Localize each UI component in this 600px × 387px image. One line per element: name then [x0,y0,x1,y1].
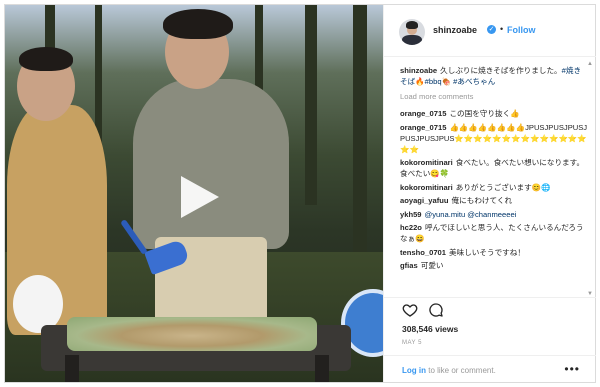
comment-username[interactable]: hc22o [400,223,422,232]
follow-button[interactable]: Follow [507,25,536,35]
post-header: shinzoabe ✓ • Follow [384,5,596,57]
comment-username[interactable]: aoyagi_yafuu [400,196,449,205]
comment-username[interactable]: kokoromitinari [400,183,453,192]
comment-item: orange_0715 👍👍👍👍👍👍👍👍JPUSJPUSJPUSJPUSJPUSJ… [400,122,588,155]
verified-icon: ✓ [487,25,496,34]
comment-item: ykh59 @yuna.mitu @chanmeeeei [400,209,588,220]
post-side-panel: shinzoabe ✓ • Follow shinzoabe 久しぶりに焼きそばを… [383,5,596,382]
hashtag-link[interactable]: #あべちゃん [453,77,495,86]
login-row: Log in to like or comment. ••• [384,355,596,383]
caption-text: 久しぶりに焼きそばを作りました。 [440,66,562,75]
instagram-post-embed: shinzoabe ✓ • Follow shinzoabe 久しぶりに焼きそばを… [4,4,596,383]
comment-text: 可愛い [420,261,444,270]
griddle-leg [65,355,79,382]
login-prompt-text: to like or comment. [426,366,496,375]
background-tree [305,5,317,205]
username-link[interactable]: shinzoabe [433,25,477,35]
comment-username[interactable]: ykh59 [400,210,422,219]
comment-username[interactable]: kokoromitinari [400,158,453,167]
caption: shinzoabe 久しぶりに焼きそばを作りました。#焼きそば🔥#bbq🍖 #あべ… [400,66,582,86]
comment-text: 俺にもわけてくれ [451,196,513,205]
comment-username[interactable]: orange_0715 [400,123,446,132]
avatar-suit [402,35,422,45]
comment-item: hc22o 呼んでほしいと思う人、たくさんいるんだろうなぁ😄 [400,222,588,244]
comment-text: 呼んでほしいと思う人、たくさんいるんだろうなぁ😄 [400,223,584,243]
video-player[interactable] [5,5,383,382]
avatar-hair [406,21,418,29]
avatar[interactable] [399,19,425,45]
post-date: MAY 5 [402,340,422,346]
yakisoba-on-griddle [67,317,317,351]
scroll-up-icon[interactable]: ▲ [587,61,593,67]
login-prompt: Log in to like or comment. [402,366,496,375]
person-left-hair [19,47,73,71]
comment-text: この国を守り抜く👍 [449,109,520,118]
view-count: 308,546 views [402,324,459,334]
comment-item: orange_0715 この国を守り抜く👍 [400,108,588,119]
hashtag-link[interactable]: #bbq [425,77,442,86]
comment-icon[interactable] [428,302,444,318]
comments-scrollbar[interactable]: ▲ ▼ [587,61,593,297]
comment-text: ありがとうございます😊🌐 [455,182,551,192]
play-button[interactable] [165,169,225,225]
comment-item: kokoromitinari ありがとうございます😊🌐 [400,182,588,193]
person-center-hair [163,9,233,39]
heart-icon[interactable] [402,302,418,318]
mention-link[interactable]: @yuna.mitu @chanmeeeei [425,210,517,219]
separator-dot: • [500,24,504,34]
login-link[interactable]: Log in [402,366,426,375]
more-options-icon[interactable]: ••• [564,362,580,376]
comment-item: kokoromitinari 食べたい。食べたい想いになります。食べたい😋🍀 [400,157,588,179]
comment-username[interactable]: gfias [400,261,418,270]
comments-list[interactable]: shinzoabe 久しぶりに焼きそばを作りました。#焼きそば🔥#bbq🍖 #あべ… [400,65,588,297]
play-icon [181,176,219,218]
comment-username[interactable]: orange_0715 [400,109,446,118]
comment-item: tensho_0701 美味しいそうですね！ [400,247,588,258]
background-tree [353,5,367,255]
caption-username[interactable]: shinzoabe [400,66,437,75]
comment-username[interactable]: tensho_0701 [400,248,446,257]
comment-item: aoyagi_yafuu 俺にもわけてくれ [400,195,588,206]
comment-item: gfias 可愛い [400,260,588,271]
griddle-leg [315,355,329,382]
comment-text: 美味しいそうですね！ [449,247,525,257]
post-actions: 308,546 views MAY 5 Log in to like or co… [384,297,596,382]
load-more-comments-link[interactable]: Load more comments [400,91,588,102]
